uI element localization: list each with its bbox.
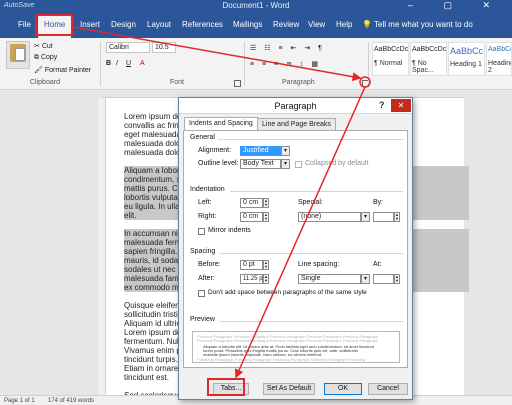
- annotation-arrows: [72, 26, 371, 379]
- arrow-home-to-launcher: [72, 26, 362, 82]
- launcher-highlight-circle: [359, 76, 371, 88]
- arrow-launcher-to-tabs: [234, 86, 366, 379]
